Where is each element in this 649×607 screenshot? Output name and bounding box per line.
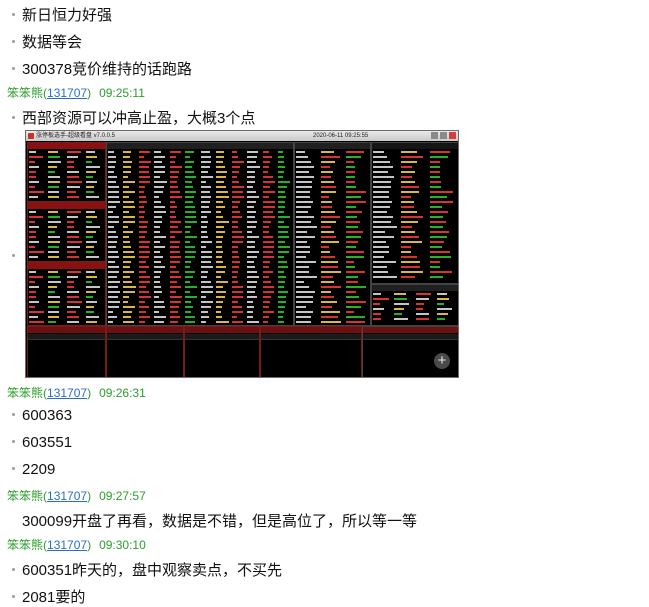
table-panel — [27, 202, 106, 262]
bullet-icon — [12, 39, 15, 43]
chat-message: 2209 — [12, 461, 55, 478]
sender-id-link[interactable]: 131707 — [47, 489, 87, 503]
chat-message: 2081要的 — [12, 586, 85, 607]
post-time: 09:25:11 — [99, 86, 145, 100]
post-time: 09:26:31 — [99, 386, 146, 400]
chat-message: 数据等会 — [12, 31, 82, 52]
bullet-icon — [12, 466, 15, 470]
table-panel — [106, 326, 184, 377]
post-time: 09:30:10 — [99, 538, 146, 552]
bullet-icon — [12, 12, 15, 16]
sender-id-link[interactable]: 131707 — [47, 538, 87, 552]
table-panel — [106, 142, 294, 326]
sender-name[interactable]: 笨笨熊 — [7, 489, 43, 503]
bullet-icon — [12, 567, 15, 571]
table-panel — [371, 142, 458, 284]
sender-id-link[interactable]: 131707 — [47, 86, 87, 100]
bullet-icon — [12, 594, 15, 598]
post-header: 笨笨熊(131707) 09:26:31 — [7, 386, 146, 400]
plus-icon[interactable]: + — [434, 353, 450, 369]
table-panel — [371, 284, 458, 326]
bullet-icon — [12, 66, 15, 70]
sender-name[interactable]: 笨笨熊 — [7, 538, 43, 552]
table-panel — [27, 262, 106, 326]
sender-name[interactable]: 笨笨熊 — [7, 86, 43, 100]
table-panel — [294, 142, 371, 326]
table-panel — [260, 326, 362, 377]
chat-message: 300378竞价维持的话跑路 — [12, 58, 192, 79]
table-panel — [184, 326, 260, 377]
table-panel — [27, 142, 106, 202]
image-bullet — [12, 248, 22, 265]
bullet-icon — [12, 412, 15, 416]
post-header: 笨笨熊(131707) 09:30:10 — [7, 538, 146, 552]
sender-name[interactable]: 笨笨熊 — [7, 386, 43, 400]
bullet-icon — [12, 253, 15, 257]
bullet-icon — [12, 439, 15, 443]
chat-message: 600351昨天的，盘中观察卖点，不买先 — [12, 559, 282, 580]
post-time: 09:27:57 — [99, 489, 146, 503]
chat-message: 新日恒力好强 — [12, 4, 112, 25]
screenshot-titlebar: 涨停板选手-超级看盘 v7.0.0.5 2020-06-11 09:25:55 — [26, 131, 458, 141]
chat-message: 603551 — [12, 434, 72, 451]
bullet-icon — [12, 115, 15, 119]
table-panel — [27, 326, 106, 377]
post-header: 笨笨熊(131707) 09:25:11 — [7, 86, 145, 100]
post-header: 笨笨熊(131707) 09:27:57 — [7, 489, 146, 503]
sender-id-link[interactable]: 131707 — [47, 386, 87, 400]
app-icon — [28, 133, 34, 139]
chat-message: 西部资源可以冲高止盈，大概3个点 — [12, 107, 255, 128]
chat-message: 300099开盘了再看，数据是不错，但是高位了，所以等一等 — [22, 513, 418, 530]
stock-software-screenshot[interactable]: 涨停板选手-超级看盘 v7.0.0.5 2020-06-11 09:25:55 … — [25, 130, 459, 378]
chat-message: 600363 — [12, 407, 72, 424]
